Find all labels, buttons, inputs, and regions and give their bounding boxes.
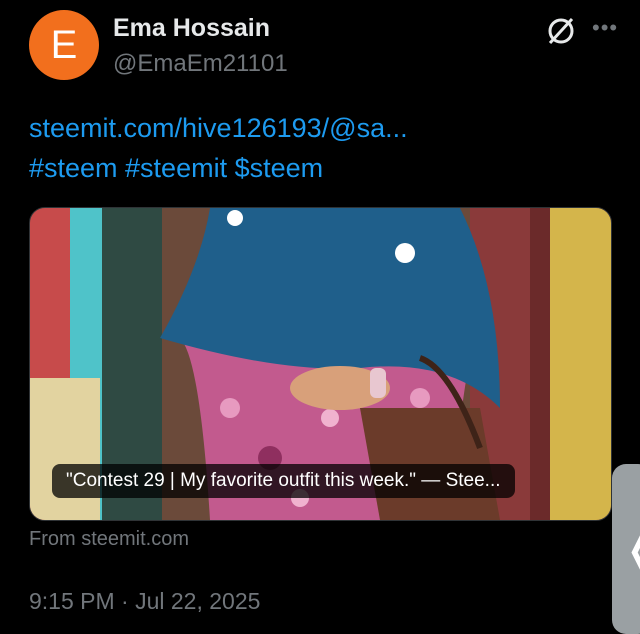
post-timestamp[interactable]: 9:15 PM · Jul 22, 2025 xyxy=(29,588,260,615)
card-caption: "Contest 29 | My favorite outfit this we… xyxy=(52,464,515,498)
avatar-initial: E xyxy=(50,22,78,67)
edge-panel-handle[interactable]: ❬ xyxy=(612,464,640,634)
card-source[interactable]: From steemit.com xyxy=(29,528,189,551)
post-body: steemit.com/hive126193/@sa... #steem #st… xyxy=(29,108,589,188)
post-link[interactable]: steemit.com/hive126193/@sa... xyxy=(29,108,589,148)
author-handle[interactable]: @EmaEm21101 xyxy=(113,50,288,78)
author-name[interactable]: Ema Hossain xyxy=(113,14,270,43)
link-preview-card[interactable]: "Contest 29 | My favorite outfit this we… xyxy=(29,207,612,521)
grok-icon[interactable] xyxy=(544,14,578,48)
chevron-left-icon: ❬ xyxy=(622,524,640,575)
more-options-icon[interactable]: ••• xyxy=(592,17,626,42)
post-avatar[interactable]: E xyxy=(29,10,99,80)
post-hashtags[interactable]: #steem #steemit $steem xyxy=(29,148,589,188)
